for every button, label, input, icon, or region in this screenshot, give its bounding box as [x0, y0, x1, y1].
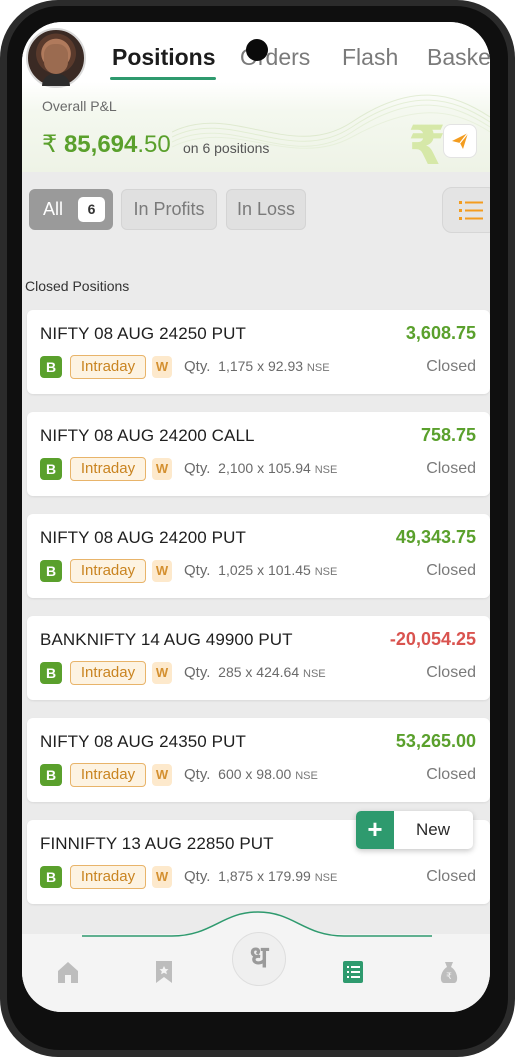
center-logo-button[interactable]: ध	[232, 932, 286, 986]
qty-label: Qty.	[184, 460, 211, 477]
product-badge: Intraday	[70, 457, 146, 481]
position-card[interactable]: BANKNIFTY 14 AUG 49900 PUT -20,054.25 B …	[27, 616, 490, 700]
filter-all[interactable]: All 6	[29, 189, 113, 230]
qty-label: Qty.	[184, 358, 211, 375]
quantity-info: Qty. 2,100 x 105.94 NSE	[184, 460, 337, 477]
plus-icon: +	[356, 811, 394, 849]
qty-label: Qty.	[184, 766, 211, 783]
position-card[interactable]: NIFTY 08 AUG 24200 PUT 49,343.75 B Intra…	[27, 514, 490, 598]
power-button	[509, 215, 515, 340]
buy-badge: B	[40, 356, 62, 378]
user-avatar[interactable]	[26, 28, 86, 88]
position-status: Closed	[426, 460, 476, 477]
tab-basket[interactable]: Baske	[427, 44, 490, 71]
app-screen: Positions Orders Flash Baske Overall P&L…	[22, 22, 490, 1012]
expiry-type-badge: W	[152, 764, 172, 786]
expiry-type-badge: W	[152, 662, 172, 684]
filter-all-count: 6	[78, 197, 105, 222]
qty-label: Qty.	[184, 562, 211, 579]
position-pnl: 758.75	[420, 425, 476, 445]
currency-symbol: ₹	[42, 131, 58, 158]
position-pnl: 49,343.75	[395, 527, 476, 547]
buy-badge: B	[40, 560, 62, 582]
qty-label: Qty.	[184, 664, 211, 681]
position-status: Closed	[426, 358, 476, 375]
expiry-type-badge: W	[152, 356, 172, 378]
qty-value: 1,875 x 179.99	[218, 868, 311, 884]
active-tab-indicator	[110, 77, 216, 80]
filter-all-label: All	[43, 199, 64, 219]
qty-value: 600 x 98.00	[218, 766, 292, 782]
share-pnl-button[interactable]	[443, 124, 477, 158]
pnl-positions-count: on 6 positions	[183, 140, 270, 156]
view-options-button[interactable]	[442, 187, 490, 233]
money-bag-icon[interactable]: ₹	[436, 959, 462, 985]
expiry-type-badge: W	[152, 866, 172, 888]
instrument-name: NIFTY 08 AUG 24350 PUT	[40, 732, 246, 751]
product-badge: Intraday	[70, 559, 146, 583]
quantity-info: Qty. 1,875 x 179.99 NSE	[184, 868, 337, 885]
quantity-info: Qty. 285 x 424.64 NSE	[184, 664, 326, 681]
qty-value: 1,025 x 101.45	[218, 562, 311, 578]
expiry-type-badge: W	[152, 458, 172, 480]
buy-badge: B	[40, 866, 62, 888]
exchange: NSE	[303, 668, 326, 680]
exchange: NSE	[314, 566, 338, 578]
product-badge: Intraday	[70, 865, 146, 889]
pnl-value-dec: .50	[137, 131, 171, 158]
buy-badge: B	[40, 458, 62, 480]
home-icon[interactable]	[55, 959, 81, 985]
qty-value: 285 x 424.64	[218, 664, 300, 680]
send-icon	[452, 132, 469, 149]
position-pnl: 3,608.75	[405, 323, 476, 343]
position-card[interactable]: NIFTY 08 AUG 24200 CALL 758.75 B Intrada…	[27, 412, 490, 496]
bookmark-icon[interactable]	[151, 959, 177, 985]
product-badge: Intraday	[70, 661, 146, 685]
filter-in-profits[interactable]: In Profits	[121, 189, 217, 230]
exchange: NSE	[314, 872, 338, 884]
rupee-decoration-icon: ₹	[408, 116, 446, 176]
pnl-value: ₹ 85,694.50	[42, 130, 171, 159]
position-status: Closed	[426, 868, 476, 885]
product-badge: Intraday	[70, 763, 146, 787]
buy-badge: B	[40, 662, 62, 684]
quantity-info: Qty. 1,175 x 92.93 NSE	[184, 358, 330, 375]
instrument-name: NIFTY 08 AUG 24200 CALL	[40, 426, 255, 445]
pnl-value-int: 85,694	[63, 131, 138, 158]
position-card[interactable]: NIFTY 08 AUG 24250 PUT 3,608.75 B Intrad…	[27, 310, 490, 394]
positions-list-icon[interactable]	[340, 959, 366, 985]
position-status: Closed	[426, 562, 476, 579]
qty-label: Qty.	[184, 868, 211, 885]
expiry-type-badge: W	[152, 560, 172, 582]
filter-in-loss[interactable]: In Loss	[226, 189, 306, 230]
position-status: Closed	[426, 664, 476, 681]
quantity-info: Qty. 1,025 x 101.45 NSE	[184, 562, 337, 579]
svg-text:₹: ₹	[446, 972, 452, 982]
position-card[interactable]: NIFTY 08 AUG 24350 PUT 53,265.00 B Intra…	[27, 718, 490, 802]
quantity-info: Qty. 600 x 98.00 NSE	[184, 766, 318, 783]
position-status: Closed	[426, 766, 476, 783]
exchange: NSE	[295, 770, 318, 782]
section-title: Closed Positions	[25, 278, 130, 294]
instrument-name: FINNIFTY 13 AUG 22850 PUT	[40, 834, 274, 853]
new-order-button[interactable]: + New	[356, 811, 473, 849]
position-pnl: -20,054.25	[389, 629, 476, 649]
exchange: NSE	[314, 464, 338, 476]
pnl-label: Overall P&L	[42, 98, 117, 114]
instrument-name: NIFTY 08 AUG 24250 PUT	[40, 324, 246, 343]
position-pnl: 53,265.00	[395, 731, 476, 751]
tab-flash[interactable]: Flash	[342, 44, 398, 71]
front-camera	[246, 39, 268, 61]
instrument-name: NIFTY 08 AUG 24200 PUT	[40, 528, 246, 547]
qty-value: 2,100 x 105.94	[218, 460, 311, 476]
exchange: NSE	[306, 362, 330, 374]
qty-value: 1,175 x 92.93	[218, 358, 304, 374]
tab-positions[interactable]: Positions	[112, 44, 216, 71]
volume-button	[509, 395, 515, 455]
list-menu-icon	[459, 201, 483, 220]
product-badge: Intraday	[70, 355, 146, 379]
instrument-name: BANKNIFTY 14 AUG 49900 PUT	[40, 630, 293, 649]
new-order-label: New	[416, 820, 451, 839]
buy-badge: B	[40, 764, 62, 786]
